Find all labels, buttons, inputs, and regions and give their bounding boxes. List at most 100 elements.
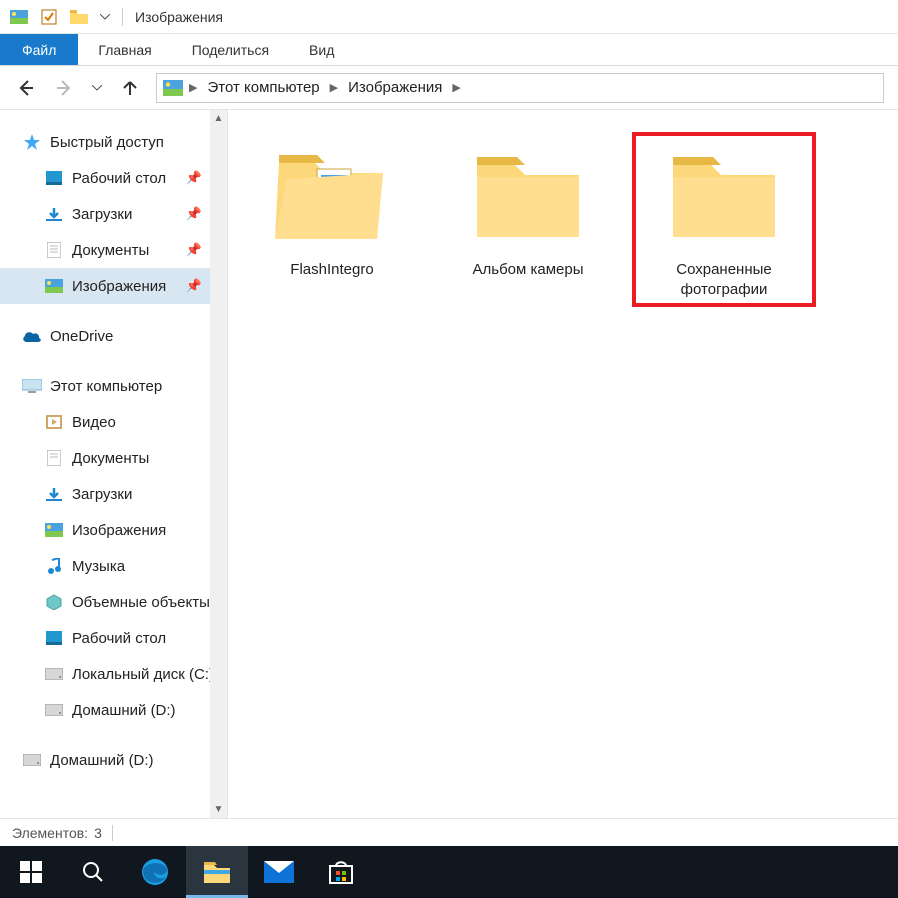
thispc-icon — [22, 376, 42, 396]
tree-label: Изображения — [72, 522, 166, 539]
folder-content[interactable]: FlashIntegro Альбом камеры Сохраненн — [228, 110, 898, 818]
videos-icon — [44, 412, 64, 432]
chevron-right-icon[interactable]: ▶ — [189, 81, 197, 94]
main-area: Быстрый доступ Рабочий стол 📌 Загрузки 📌… — [0, 110, 898, 818]
ribbon-tab-view[interactable]: Вид — [289, 34, 354, 65]
nav-tree: Быстрый доступ Рабочий стол 📌 Загрузки 📌… — [0, 110, 210, 818]
folder-icon — [468, 140, 588, 250]
pin-icon: 📌 — [186, 242, 202, 258]
tree-label: Быстрый доступ — [50, 134, 164, 151]
pictures-icon — [44, 520, 64, 540]
documents-icon — [44, 240, 64, 260]
tree-label: Этот компьютер — [50, 378, 162, 395]
tree-label: Рабочий стол — [72, 630, 166, 647]
tree-item-music[interactable]: Музыка — [0, 548, 210, 584]
pin-icon: 📌 — [186, 278, 202, 294]
taskbar-search[interactable] — [62, 846, 124, 898]
tree-item-downloads-2[interactable]: Загрузки — [0, 476, 210, 512]
tree-label: Документы — [72, 242, 149, 259]
tree-item-drive-c[interactable]: Локальный диск (C:) — [0, 656, 210, 692]
tree-label: Изображения — [72, 278, 166, 295]
pin-icon: 📌 — [186, 170, 202, 186]
tree-item-3dobjects[interactable]: Объемные объекты — [0, 584, 210, 620]
tree-item-downloads[interactable]: Загрузки 📌 — [0, 196, 210, 232]
nav-recent-dropdown[interactable] — [90, 76, 104, 100]
ribbon-tab-share[interactable]: Поделиться — [172, 34, 289, 65]
tree-label: Рабочий стол — [72, 170, 166, 187]
tree-label: Объемные объекты — [72, 594, 210, 611]
status-bar: Элементов: 3 — [0, 818, 898, 846]
tree-item-desktop[interactable]: Рабочий стол 📌 — [0, 160, 210, 196]
tree-item-documents[interactable]: Документы 📌 — [0, 232, 210, 268]
desktop-icon — [44, 628, 64, 648]
address-bar[interactable]: ▶ Этот компьютер ▶ Изображения ▶ — [156, 73, 884, 103]
status-text-prefix: Элементов: — [12, 825, 88, 841]
taskbar-start[interactable] — [0, 846, 62, 898]
tree-label: Домашний (D:) — [72, 702, 176, 719]
folder-item-flashintegro[interactable]: FlashIntegro — [248, 140, 416, 280]
onedrive-icon — [22, 326, 42, 346]
sidebar-scrollbar[interactable]: ▲ ▼ — [210, 110, 227, 818]
scroll-up-icon[interactable]: ▲ — [210, 110, 227, 127]
documents-icon — [44, 448, 64, 468]
tree-label: Загрузки — [72, 486, 132, 503]
tree-label: Домашний (D:) — [50, 752, 154, 769]
sidebar-container: Быстрый доступ Рабочий стол 📌 Загрузки 📌… — [0, 110, 228, 818]
tree-label: Музыка — [72, 558, 125, 575]
ribbon-tab-home[interactable]: Главная — [78, 34, 171, 65]
star-icon — [22, 132, 42, 152]
chevron-right-icon[interactable]: ▶ — [452, 81, 460, 94]
tree-item-drive-d[interactable]: Домашний (D:) — [0, 692, 210, 728]
taskbar-store[interactable] — [310, 846, 372, 898]
folder-open-icon — [272, 140, 392, 250]
chevron-right-icon[interactable]: ▶ — [330, 81, 338, 94]
tree-onedrive[interactable]: OneDrive — [0, 318, 210, 354]
tree-extra-drive[interactable]: Домашний (D:) — [0, 742, 210, 778]
breadcrumb-item-thispc[interactable]: Этот компьютер — [203, 79, 323, 96]
folder-label: Сохраненные фотографии — [640, 260, 808, 299]
breadcrumb-item-pictures[interactable]: Изображения — [344, 79, 446, 96]
taskbar-explorer[interactable] — [186, 846, 248, 898]
tree-label: Загрузки — [72, 206, 132, 223]
ribbon: Файл Главная Поделиться Вид — [0, 34, 898, 66]
tree-item-desktop-2[interactable]: Рабочий стол — [0, 620, 210, 656]
pictures-app-icon[interactable] — [8, 6, 30, 28]
pictures-icon — [44, 276, 64, 296]
desktop-icon — [44, 168, 64, 188]
folder-item-camera-album[interactable]: Альбом камеры — [444, 140, 612, 280]
taskbar-mail[interactable] — [248, 846, 310, 898]
tree-label: Видео — [72, 414, 116, 431]
tree-quick-access[interactable]: Быстрый доступ — [0, 124, 210, 160]
tree-label: Документы — [72, 450, 149, 467]
tree-item-pictures[interactable]: Изображения 📌 — [0, 268, 210, 304]
scroll-down-icon[interactable]: ▼ — [210, 801, 227, 818]
drive-icon — [44, 700, 64, 720]
drive-icon — [22, 750, 42, 770]
nav-back-button[interactable] — [14, 76, 38, 100]
taskbar-edge[interactable] — [124, 846, 186, 898]
tree-item-pictures-2[interactable]: Изображения — [0, 512, 210, 548]
tree-this-pc[interactable]: Этот компьютер — [0, 368, 210, 404]
folder-icon — [664, 140, 784, 250]
qat-newfolder-icon[interactable] — [68, 6, 90, 28]
titlebar: Изображения — [0, 0, 898, 34]
qat-dropdown-icon[interactable] — [98, 6, 112, 28]
tree-item-documents-2[interactable]: Документы — [0, 440, 210, 476]
music-icon — [44, 556, 64, 576]
tree-item-videos[interactable]: Видео — [0, 404, 210, 440]
nav-forward-button[interactable] — [52, 76, 76, 100]
ribbon-tab-file[interactable]: Файл — [0, 34, 78, 65]
folder-label: FlashIntegro — [290, 260, 373, 280]
window-title: Изображения — [135, 9, 223, 25]
folder-item-saved-photos[interactable]: Сохраненные фотографии — [640, 140, 808, 299]
nav-up-button[interactable] — [118, 76, 142, 100]
objects3d-icon — [44, 592, 64, 612]
navbar: ▶ Этот компьютер ▶ Изображения ▶ — [0, 66, 898, 110]
drive-icon — [44, 664, 64, 684]
downloads-icon — [44, 204, 64, 224]
titlebar-divider — [122, 8, 123, 26]
qat-properties-icon[interactable] — [38, 6, 60, 28]
folder-label: Альбом камеры — [473, 260, 584, 280]
status-count: 3 — [94, 825, 102, 841]
tree-label: Локальный диск (C:) — [72, 666, 210, 683]
